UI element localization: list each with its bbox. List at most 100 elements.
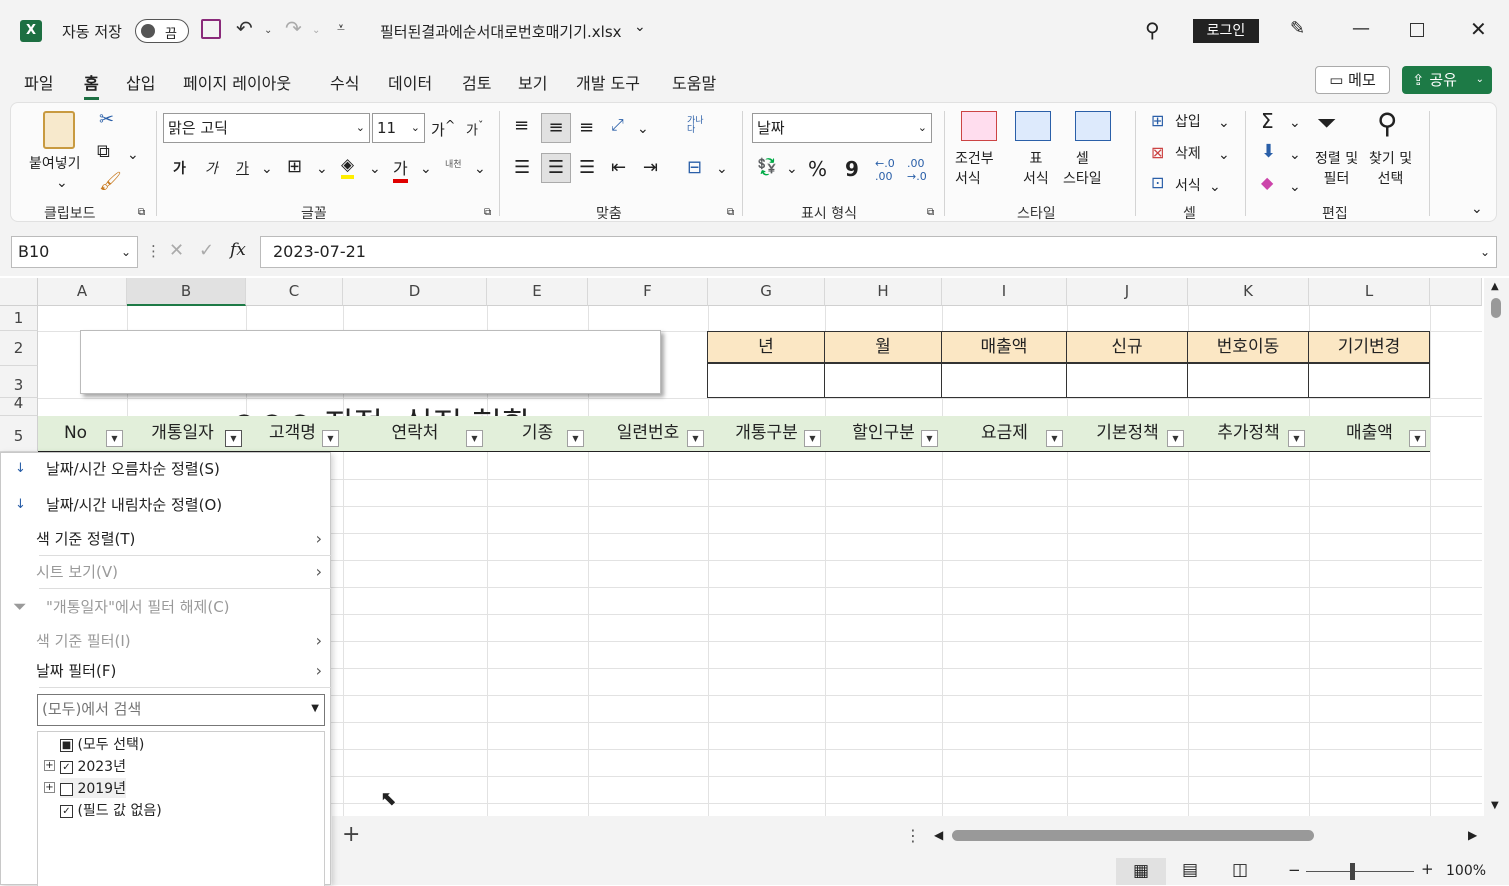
number-format-select[interactable]: 날짜 ⌄ — [752, 113, 932, 143]
col-header-b[interactable]: B — [127, 278, 246, 306]
tab-file[interactable]: 파일 — [24, 70, 53, 94]
filter-dropdown-icon[interactable]: ▼ — [567, 430, 584, 447]
memo-button[interactable]: ▭ 메모 — [1315, 66, 1390, 94]
summary-cell[interactable] — [1187, 363, 1309, 398]
format-cells-icon[interactable]: ⊡ — [1151, 173, 1164, 192]
close-icon[interactable]: ✕ — [1470, 17, 1487, 41]
tab-home[interactable]: 홈 — [84, 70, 99, 100]
table-header-no[interactable]: No ▼ — [38, 416, 127, 451]
filter-dropdown-icon[interactable]: ▼ — [466, 430, 483, 447]
insert-cells-icon[interactable]: ⊞ — [1151, 111, 1164, 130]
title-box[interactable]: ○○○ 지점 실적 현황 — [80, 330, 661, 443]
expand-icon[interactable]: + — [44, 782, 55, 793]
tab-developer[interactable]: 개발 도구 — [576, 70, 640, 94]
clipboard-launcher-icon[interactable]: ⧉ — [138, 207, 145, 218]
align-bottom-icon[interactable]: ≡ — [579, 117, 594, 138]
tab-data[interactable]: 데이터 — [388, 70, 432, 94]
autosum-icon[interactable]: Σ — [1261, 109, 1274, 133]
decrease-decimal-icon[interactable]: .00 →.0 — [907, 157, 927, 183]
conditional-format-icon[interactable] — [961, 111, 997, 141]
table-format-icon[interactable] — [1015, 111, 1051, 141]
vertical-scrollbar[interactable]: ▲ ▼ — [1484, 278, 1509, 816]
font-color-button[interactable]: 가 — [393, 155, 408, 183]
italic-button[interactable]: 가 — [205, 158, 218, 178]
summary-cell[interactable] — [707, 363, 825, 398]
summary-cell[interactable] — [824, 363, 942, 398]
table-header-contact[interactable]: 연락처 ▼ — [343, 416, 487, 451]
tree-item-2019[interactable]: 2019년 — [60, 778, 126, 798]
cell-style-icon[interactable] — [1075, 111, 1111, 141]
orientation-icon[interactable]: ⤢ — [611, 115, 624, 135]
summary-header-sales[interactable]: 매출액 — [941, 331, 1067, 363]
insert-dropdown-icon[interactable]: ⌄ — [1218, 115, 1230, 131]
col-header-d[interactable]: D — [343, 278, 487, 306]
table-header-discount[interactable]: 할인구분 ▼ — [825, 416, 942, 451]
summary-header-month[interactable]: 월 — [824, 331, 942, 363]
border-icon[interactable]: ⊞ — [287, 156, 302, 177]
hscroll-thumb[interactable] — [952, 830, 1314, 841]
cell-style-label[interactable]: 셀 스타일 — [1063, 149, 1102, 189]
insert-function-icon[interactable]: fx — [230, 240, 246, 260]
align-center-icon[interactable]: ☰ — [541, 153, 571, 183]
font-size-select[interactable]: 11 ⌄ — [372, 113, 425, 143]
summary-header-device[interactable]: 기기변경 — [1308, 331, 1430, 363]
col-header-l[interactable]: L — [1309, 278, 1430, 306]
zoom-out-icon[interactable]: − — [1288, 861, 1301, 879]
tab-page-layout[interactable]: 페이지 레이아웃 — [183, 70, 291, 94]
col-header-f[interactable]: F — [588, 278, 708, 306]
tabs-more-icon[interactable]: ⋮ — [905, 826, 921, 845]
filter-dropdown-icon[interactable]: ▼ — [322, 430, 339, 447]
customize-qat-icon[interactable]: ⩡ — [337, 20, 345, 36]
normal-view-icon[interactable]: ▦ — [1116, 858, 1166, 885]
format-cells-label[interactable]: 서식 — [1175, 175, 1201, 195]
phonetic-dropdown-icon[interactable]: ⌄ — [474, 161, 486, 177]
share-button[interactable]: ⇪ 공유 ⌄ — [1402, 66, 1492, 94]
zoom-slider-track[interactable] — [1306, 871, 1414, 872]
filename-chevron-icon[interactable]: ⌄ — [634, 19, 646, 35]
table-header-revenue[interactable]: 매출액 ▼ — [1309, 416, 1430, 451]
orientation-dropdown-icon[interactable]: ⌄ — [637, 121, 649, 137]
clear-dropdown-icon[interactable]: ⌄ — [1289, 179, 1301, 195]
autosave-toggle[interactable]: 끔 — [135, 19, 189, 43]
paste-label[interactable]: 붙여넣기 — [29, 153, 81, 173]
delete-dropdown-icon[interactable]: ⌄ — [1218, 147, 1230, 163]
summary-cell[interactable] — [1066, 363, 1188, 398]
filter-dropdown-icon[interactable]: ▼ — [1409, 430, 1426, 447]
merge-dropdown-icon[interactable]: ⌄ — [716, 161, 728, 177]
filter-dropdown-icon[interactable]: ▼ — [804, 430, 821, 447]
undo-icon[interactable]: ↶ — [236, 16, 253, 40]
filter-dropdown-icon[interactable]: ▼ — [106, 430, 123, 447]
table-header-extra-policy[interactable]: 추가정책 ▼ — [1188, 416, 1309, 451]
increase-indent-icon[interactable]: ⇥ — [643, 157, 658, 178]
format-painter-icon[interactable]: 🖌 — [99, 171, 122, 192]
summary-header-port[interactable]: 번호이동 — [1187, 331, 1309, 363]
checkbox[interactable]: ■ — [60, 738, 73, 752]
row-header-4[interactable]: 4 — [0, 396, 38, 416]
formula-more-icon[interactable]: ⋮ — [146, 242, 161, 260]
autosum-dropdown-icon[interactable]: ⌄ — [1289, 115, 1301, 131]
underline-dropdown-icon[interactable]: ⌄ — [261, 161, 273, 177]
menu-date-filter[interactable]: 날짜 필터(F) › — [1, 656, 332, 686]
currency-icon[interactable]: 💱 — [757, 157, 777, 176]
col-header-h[interactable]: H — [825, 278, 942, 306]
table-header-open-type[interactable]: 개통구분 ▼ — [708, 416, 825, 451]
page-layout-view-icon[interactable]: ▤ — [1182, 860, 1198, 880]
delete-cells-label[interactable]: 삭제 — [1175, 143, 1201, 163]
scroll-thumb[interactable] — [1491, 298, 1501, 318]
conditional-format-label[interactable]: 조건부 서식 — [955, 149, 994, 189]
filter-dropdown-icon[interactable]: ▼ — [1288, 430, 1305, 447]
row-header-2[interactable]: 2 — [0, 331, 38, 366]
alignment-launcher-icon[interactable]: ⧉ — [727, 207, 734, 218]
align-middle-icon[interactable]: ≡ — [541, 113, 571, 143]
add-sheet-icon[interactable]: + — [342, 822, 360, 847]
percent-button[interactable]: % — [808, 157, 827, 181]
summary-header-year[interactable]: 년 — [707, 331, 825, 363]
filter-dropdown-icon[interactable]: ▼ — [921, 430, 938, 447]
tab-formulas[interactable]: 수식 — [330, 70, 359, 94]
login-button[interactable]: 로그인 — [1193, 19, 1259, 43]
fill-dropdown-icon[interactable]: ⌄ — [1289, 147, 1301, 163]
tab-review[interactable]: 검토 — [462, 70, 491, 94]
checkbox[interactable] — [60, 782, 73, 796]
ribbon-collapse-icon[interactable]: ⌄ — [1471, 201, 1483, 217]
align-right-icon[interactable]: ☰ — [579, 157, 595, 178]
